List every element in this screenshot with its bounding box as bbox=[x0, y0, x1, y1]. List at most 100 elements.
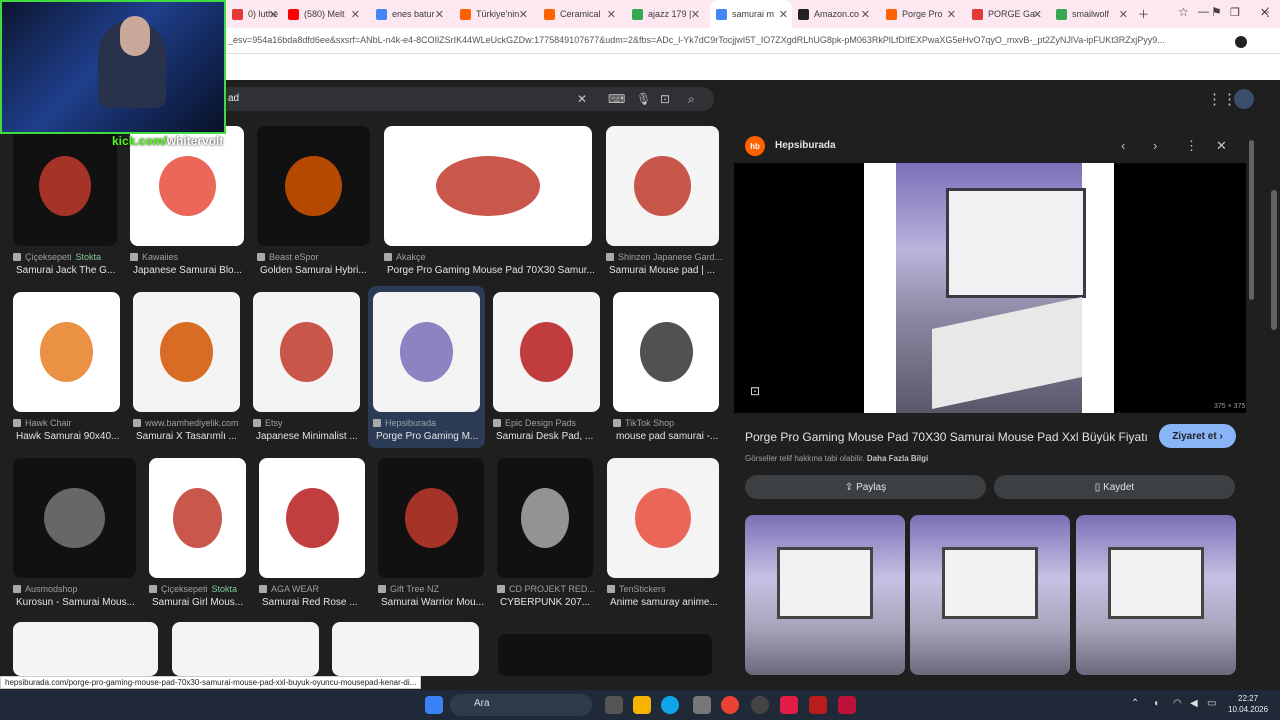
browser-tab[interactable]: enes batur ✕ bbox=[370, 0, 448, 28]
prev-image-icon[interactable]: ‹ bbox=[1121, 138, 1125, 153]
result-thumbnail[interactable] bbox=[607, 458, 719, 578]
search-query[interactable]: ad bbox=[228, 93, 239, 104]
result-source[interactable]: AGA WEAR bbox=[259, 584, 369, 594]
profile-avatar[interactable] bbox=[1235, 36, 1247, 48]
lens-search-icon[interactable]: ⊡ bbox=[750, 384, 760, 398]
account-avatar[interactable] bbox=[1234, 89, 1254, 109]
result-thumbnail[interactable] bbox=[172, 622, 319, 676]
battery-icon[interactable]: ▭ bbox=[1207, 698, 1216, 709]
result-title[interactable]: Samurai X Tasarımlı ... bbox=[136, 431, 245, 442]
result-thumbnail[interactable] bbox=[498, 634, 712, 676]
result-thumbnail[interactable] bbox=[493, 292, 600, 412]
browser-tab[interactable]: samurai m ✕ bbox=[710, 0, 792, 28]
close-tab-icon[interactable]: ✕ bbox=[947, 8, 956, 21]
close-tab-icon[interactable]: ✕ bbox=[351, 8, 360, 21]
microphone-icon[interactable]: 🎙 bbox=[636, 92, 651, 106]
visit-button[interactable]: Ziyaret et › bbox=[1159, 424, 1236, 448]
page-scrollbar[interactable] bbox=[1271, 190, 1277, 330]
steam-icon[interactable] bbox=[751, 696, 769, 714]
close-tab-icon[interactable]: ✕ bbox=[607, 8, 616, 21]
result-title[interactable]: Samurai Red Rose ... bbox=[262, 597, 370, 608]
browser-tab[interactable]: Amazon.co ✕ bbox=[792, 0, 874, 28]
more-info-link[interactable]: Daha Fazla Bilgi bbox=[867, 454, 928, 463]
chrome-icon[interactable] bbox=[721, 696, 739, 714]
preview-title[interactable]: Porge Pro Gaming Mouse Pad 70X30 Samurai… bbox=[745, 430, 1148, 444]
close-panel-icon[interactable]: ✕ bbox=[1216, 138, 1227, 154]
result-thumbnail[interactable] bbox=[259, 458, 365, 578]
result-source[interactable]: Kawaiies bbox=[130, 252, 248, 262]
browser-tab[interactable]: PORGE Ga ✕ bbox=[966, 0, 1046, 28]
next-image-icon[interactable]: › bbox=[1153, 138, 1157, 153]
result-source[interactable]: Çiçeksepeti Stokta bbox=[149, 584, 250, 594]
result-title[interactable]: CYBERPUNK 207... bbox=[500, 597, 598, 608]
close-tab-icon[interactable]: ✕ bbox=[435, 8, 444, 21]
new-tab-button[interactable]: ＋ bbox=[1138, 6, 1149, 22]
result-thumbnail[interactable] bbox=[378, 458, 484, 578]
result-title[interactable]: Samurai Desk Pad, ... bbox=[496, 431, 605, 442]
app-icon[interactable] bbox=[780, 696, 798, 714]
browser-tab[interactable]: Türkiye'nin ✕ bbox=[454, 0, 532, 28]
apps-grid-icon[interactable]: ⋮⋮ bbox=[1207, 90, 1237, 108]
save-button[interactable]: ▯ Kaydet bbox=[994, 475, 1235, 499]
task-view-icon[interactable] bbox=[605, 696, 623, 714]
result-thumbnail[interactable] bbox=[13, 126, 117, 246]
result-title[interactable]: mouse pad samurai -... bbox=[616, 431, 724, 442]
bookmark-star-icon[interactable]: ☆ bbox=[1178, 5, 1189, 19]
result-thumbnail[interactable] bbox=[253, 292, 360, 412]
result-source[interactable]: Beast eSpor bbox=[257, 252, 374, 262]
store-icon[interactable] bbox=[693, 696, 711, 714]
browser-tab[interactable]: 0) luthe ✕ bbox=[226, 0, 282, 28]
minimize-icon[interactable]: — bbox=[1198, 6, 1209, 18]
result-source[interactable]: Shinzen Japanese Gard... bbox=[606, 252, 723, 262]
result-source[interactable]: Hawk Chair bbox=[13, 418, 124, 428]
browser-tab[interactable]: (580) Melt ✕ bbox=[282, 0, 364, 28]
result-thumbnail[interactable] bbox=[373, 292, 480, 412]
result-thumbnail[interactable] bbox=[384, 126, 592, 246]
search-icon[interactable]: ⌕ bbox=[688, 92, 695, 107]
result-thumbnail[interactable] bbox=[13, 622, 158, 676]
preview-image[interactable] bbox=[734, 163, 1246, 413]
result-title[interactable]: Samurai Mouse pad | ... bbox=[609, 265, 724, 276]
clear-search-icon[interactable]: ✕ bbox=[577, 92, 587, 106]
app-icon-2[interactable] bbox=[809, 696, 827, 714]
browser-tab[interactable]: smailwolf ✕ bbox=[1050, 0, 1132, 28]
app-icon-3[interactable] bbox=[838, 696, 856, 714]
close-tab-icon[interactable]: ✕ bbox=[861, 8, 870, 21]
result-title[interactable]: Hawk Samurai 90x40... bbox=[16, 431, 125, 442]
maximize-icon[interactable]: ❐ bbox=[1230, 6, 1240, 19]
tray-chevron-icon[interactable]: ⌃ bbox=[1131, 698, 1139, 709]
mic-tray-icon[interactable]: ◖ bbox=[1153, 698, 1159, 709]
result-title[interactable]: Japanese Minimalist ... bbox=[256, 431, 365, 442]
result-source[interactable]: Ausmodshop bbox=[13, 584, 140, 594]
share-button[interactable]: ⇪ Paylaş bbox=[745, 475, 986, 499]
close-tab-icon[interactable]: ✕ bbox=[779, 8, 788, 21]
result-title[interactable]: Samurai Girl Mous... bbox=[152, 597, 251, 608]
more-options-icon[interactable]: ⋮ bbox=[1185, 138, 1198, 154]
file-explorer-icon[interactable] bbox=[633, 696, 651, 714]
result-source[interactable]: Epic Design Pads bbox=[493, 418, 604, 428]
taskbar-clock[interactable]: 22:27 10.04.2026 bbox=[1228, 693, 1268, 715]
taskbar-search[interactable]: Ara bbox=[450, 694, 592, 716]
related-image[interactable] bbox=[745, 515, 905, 675]
start-icon[interactable] bbox=[425, 696, 443, 714]
result-title[interactable]: Samurai Warrior Mou... bbox=[381, 597, 489, 608]
result-thumbnail[interactable] bbox=[332, 622, 479, 676]
result-title[interactable]: Porge Pro Gaming M... bbox=[376, 431, 485, 442]
close-tab-icon[interactable]: ✕ bbox=[269, 8, 278, 21]
result-thumbnail[interactable] bbox=[133, 292, 240, 412]
url-text[interactable]: _esv=954a16bda8dfd6ee&sxsrf=ANbL-n4k-e4-… bbox=[228, 35, 1178, 45]
result-thumbnail[interactable] bbox=[257, 126, 370, 246]
browser-tab[interactable]: ajazz 179 | ✕ bbox=[626, 0, 704, 28]
result-title[interactable]: Golden Samurai Hybri... bbox=[260, 265, 375, 276]
browser-tab[interactable]: Porge Pro ✕ bbox=[880, 0, 960, 28]
wifi-icon[interactable]: ◠ bbox=[1173, 698, 1182, 709]
result-source[interactable]: Akakçe bbox=[384, 252, 596, 262]
panel-scrollbar[interactable] bbox=[1249, 140, 1254, 300]
result-source[interactable]: TikTok Shop bbox=[613, 418, 723, 428]
result-title[interactable]: Samurai Jack The G... bbox=[16, 265, 122, 276]
related-image[interactable] bbox=[910, 515, 1070, 675]
result-thumbnail[interactable] bbox=[613, 292, 719, 412]
result-source[interactable]: TenStickers bbox=[607, 584, 723, 594]
result-thumbnail[interactable] bbox=[149, 458, 246, 578]
search-input[interactable]: ad bbox=[186, 87, 714, 111]
